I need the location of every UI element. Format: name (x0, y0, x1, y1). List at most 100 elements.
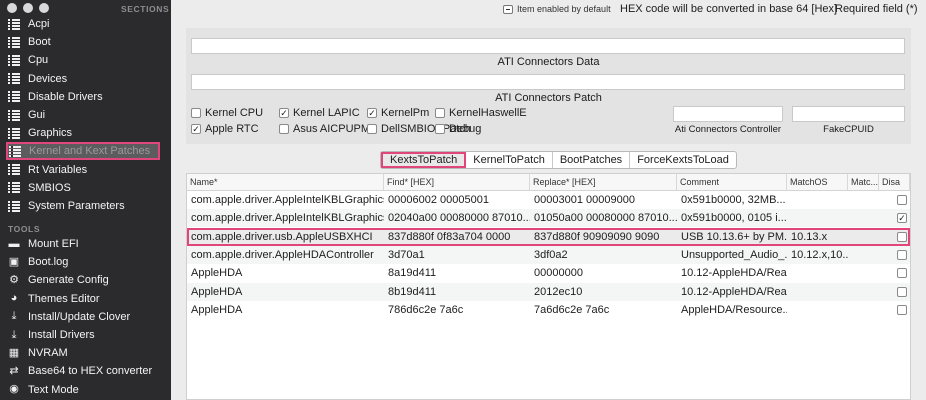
checkbox-asus-aicpupm[interactable]: Asus AICPUPM (279, 123, 370, 135)
table-row[interactable]: AppleHDA 8a19d411 00000000 10.12-AppleHDA/R… (187, 264, 910, 282)
table-row[interactable]: com.apple.driver.AppleHDAController 3d70a… (187, 245, 910, 264)
cell-name[interactable]: com.apple.driver.AppleHDAController (187, 246, 384, 264)
table-row[interactable]: com.apple.driver.AppleIntelKBLGraphics..… (187, 209, 910, 228)
cell-name[interactable]: AppleHDA (187, 301, 384, 319)
disable-checkbox[interactable] (897, 304, 907, 315)
cell-comment[interactable]: 10.12-AppleHDA/Rea... (677, 283, 787, 301)
cell-replace[interactable]: 3df0a2 (530, 246, 677, 264)
disable-checkbox[interactable] (897, 268, 907, 279)
disable-checkbox[interactable] (897, 195, 907, 205)
column-header[interactable]: Name* (187, 174, 384, 191)
checkbox-box[interactable] (279, 124, 289, 134)
cell-find[interactable]: 786d6c2e 7a6c (384, 301, 530, 319)
cell-matchos[interactable] (787, 283, 848, 301)
checkbox-box[interactable]: ✓ (367, 108, 377, 118)
cell-matchos[interactable]: 10.13.x (787, 228, 848, 246)
cell-replace[interactable]: 00003001 00009000 (530, 191, 677, 209)
checkbox-kernel-lapic[interactable]: ✓ Kernel LAPIC (279, 107, 360, 119)
tool-item-boot-log[interactable]: ▣ Boot.log (7, 253, 163, 271)
cell-name[interactable]: AppleHDA (187, 264, 384, 282)
column-header[interactable]: MatchOS (787, 174, 848, 191)
zoom-window-button[interactable] (39, 3, 49, 13)
close-window-button[interactable] (7, 3, 17, 13)
ati-connectors-data-field[interactable] (191, 38, 905, 54)
checkbox-box[interactable] (435, 124, 445, 134)
checkbox-box[interactable]: ✓ (191, 124, 201, 134)
table-row[interactable]: AppleHDA 8b19d411 2012ec10 10.12-AppleHDA/R… (187, 282, 910, 301)
cell-matchos[interactable] (787, 301, 848, 319)
sidebar-item-disable-drivers[interactable]: Disable Drivers (7, 88, 163, 106)
sidebar-item-system-parameters[interactable]: System Parameters (7, 197, 163, 215)
cell-find[interactable]: 3d70a1 (384, 246, 530, 264)
cell-name[interactable]: com.apple.driver.AppleIntelKBLGraphics..… (187, 209, 384, 227)
checkbox-apple-rtc[interactable]: ✓ Apple RTC (191, 123, 259, 135)
sidebar-item-gui[interactable]: Gui (7, 106, 163, 124)
table-row[interactable]: com.apple.driver.AppleIntelKBLGraphics..… (187, 191, 910, 209)
tool-item-nvram[interactable]: ▦ NVRAM (7, 344, 163, 362)
table-row[interactable]: AppleHDA 786d6c2e 7a6c 7a6d6c2e 7a6c AppleH… (187, 301, 910, 319)
sidebar-item-acpi[interactable]: Acpi (7, 15, 163, 33)
sidebar-item-kernel-and-kext-patches[interactable]: Kernel and Kext Patches (6, 142, 160, 161)
cell-replace[interactable]: 01050a00 00080000 87010... (530, 209, 677, 227)
disable-checkbox[interactable]: ✓ (897, 213, 907, 224)
cell-comment[interactable]: 0x591b0000, 32MB... (677, 191, 787, 209)
tool-item-generate-config[interactable]: ⚙ Generate Config (7, 271, 163, 289)
cell-replace[interactable]: 00000000 (530, 264, 677, 282)
cell-replace[interactable]: 7a6d6c2e 7a6c (530, 301, 677, 319)
column-header[interactable]: Matc... (848, 174, 879, 191)
column-header[interactable]: Comment (677, 174, 787, 191)
tab-bootpatches[interactable]: BootPatches (553, 152, 631, 168)
cell-find[interactable]: 02040a00 00080000 87010... (384, 209, 530, 227)
tool-item-themes-editor[interactable]: ◕ Themes Editor (7, 290, 163, 308)
checkbox-box[interactable] (367, 124, 377, 134)
ati-connectors-controller-field[interactable] (673, 106, 783, 122)
checkbox-box[interactable]: ✓ (279, 108, 289, 118)
cell-comment[interactable]: 10.12-AppleHDA/Rea... (677, 264, 787, 282)
cell-name[interactable]: com.apple.driver.usb.AppleUSBXHCI (187, 228, 384, 246)
column-header[interactable]: Find* [HEX] (384, 174, 530, 191)
sidebar-item-rt-variables[interactable]: Rt Variables (7, 161, 163, 179)
cell-find[interactable]: 837d880f 0f83a704 0000 (384, 228, 530, 246)
cell-matchos[interactable]: 10.12.x,10... (787, 246, 848, 264)
disable-checkbox[interactable] (897, 286, 907, 297)
tool-item-text-mode[interactable]: ◉ Text Mode (7, 381, 163, 399)
column-header[interactable]: Replace* [HEX] (530, 174, 677, 191)
column-header[interactable]: Disa (879, 174, 910, 191)
sidebar-item-graphics[interactable]: Graphics (7, 124, 163, 142)
cell-replace[interactable]: 837d880f 90909090 9090 (530, 228, 677, 246)
tool-item-mount-efi[interactable]: ▬ Mount EFI (7, 235, 163, 253)
tab-kextstopatch[interactable]: KextsToPatch (381, 152, 467, 168)
checkbox-kernelpm[interactable]: ✓ KernelPm (367, 107, 429, 119)
cell-find[interactable]: 00006002 00005001 (384, 191, 530, 209)
cell-find[interactable]: 8a19d411 (384, 264, 530, 282)
checkbox-kernel-cpu[interactable]: Kernel CPU (191, 107, 263, 119)
fake-cpuid-field[interactable] (792, 106, 905, 122)
cell-matchos[interactable] (787, 264, 848, 282)
cell-comment[interactable]: 0x591b0000, 0105 i... (677, 209, 787, 227)
sidebar-item-smbios[interactable]: SMBIOS (7, 179, 163, 197)
tool-item-base64-to-hex-converter[interactable]: ⇄ Base64 to HEX converter (7, 362, 163, 380)
minimize-window-button[interactable] (23, 3, 33, 13)
sidebar-item-devices[interactable]: Devices (7, 70, 163, 88)
tab-forcekextstoload[interactable]: ForceKextsToLoad (630, 152, 736, 168)
cell-find[interactable]: 8b19d411 (384, 283, 530, 301)
checkbox-box[interactable] (435, 108, 445, 118)
checkbox-kernelhaswelle[interactable]: KernelHaswellE (435, 107, 527, 119)
cell-comment[interactable]: AppleHDA/Resource... (677, 301, 787, 319)
cell-replace[interactable]: 2012ec10 (530, 283, 677, 301)
tab-kerneltopatch[interactable]: KernelToPatch (466, 152, 553, 168)
table-row[interactable]: com.apple.driver.usb.AppleUSBXHCI 837d880… (187, 227, 910, 246)
checkbox-box[interactable] (191, 108, 201, 118)
disable-checkbox[interactable] (897, 231, 907, 242)
cell-comment[interactable]: Unsupported_Audio_... (677, 246, 787, 264)
cell-name[interactable]: com.apple.driver.AppleIntelKBLGraphics..… (187, 191, 384, 209)
ati-connectors-patch-field[interactable] (191, 74, 905, 90)
sidebar-item-cpu[interactable]: Cpu (7, 51, 163, 69)
tool-item-install-update-clover[interactable]: ⤓ Install/Update Clover (7, 308, 163, 326)
cell-name[interactable]: AppleHDA (187, 283, 384, 301)
checkbox-debug[interactable]: Debug (435, 123, 481, 135)
cell-matchos[interactable] (787, 209, 848, 227)
disable-checkbox[interactable] (897, 249, 907, 260)
sidebar-item-boot[interactable]: Boot (7, 33, 163, 51)
cell-comment[interactable]: USB 10.13.6+ by PM... (677, 228, 787, 246)
